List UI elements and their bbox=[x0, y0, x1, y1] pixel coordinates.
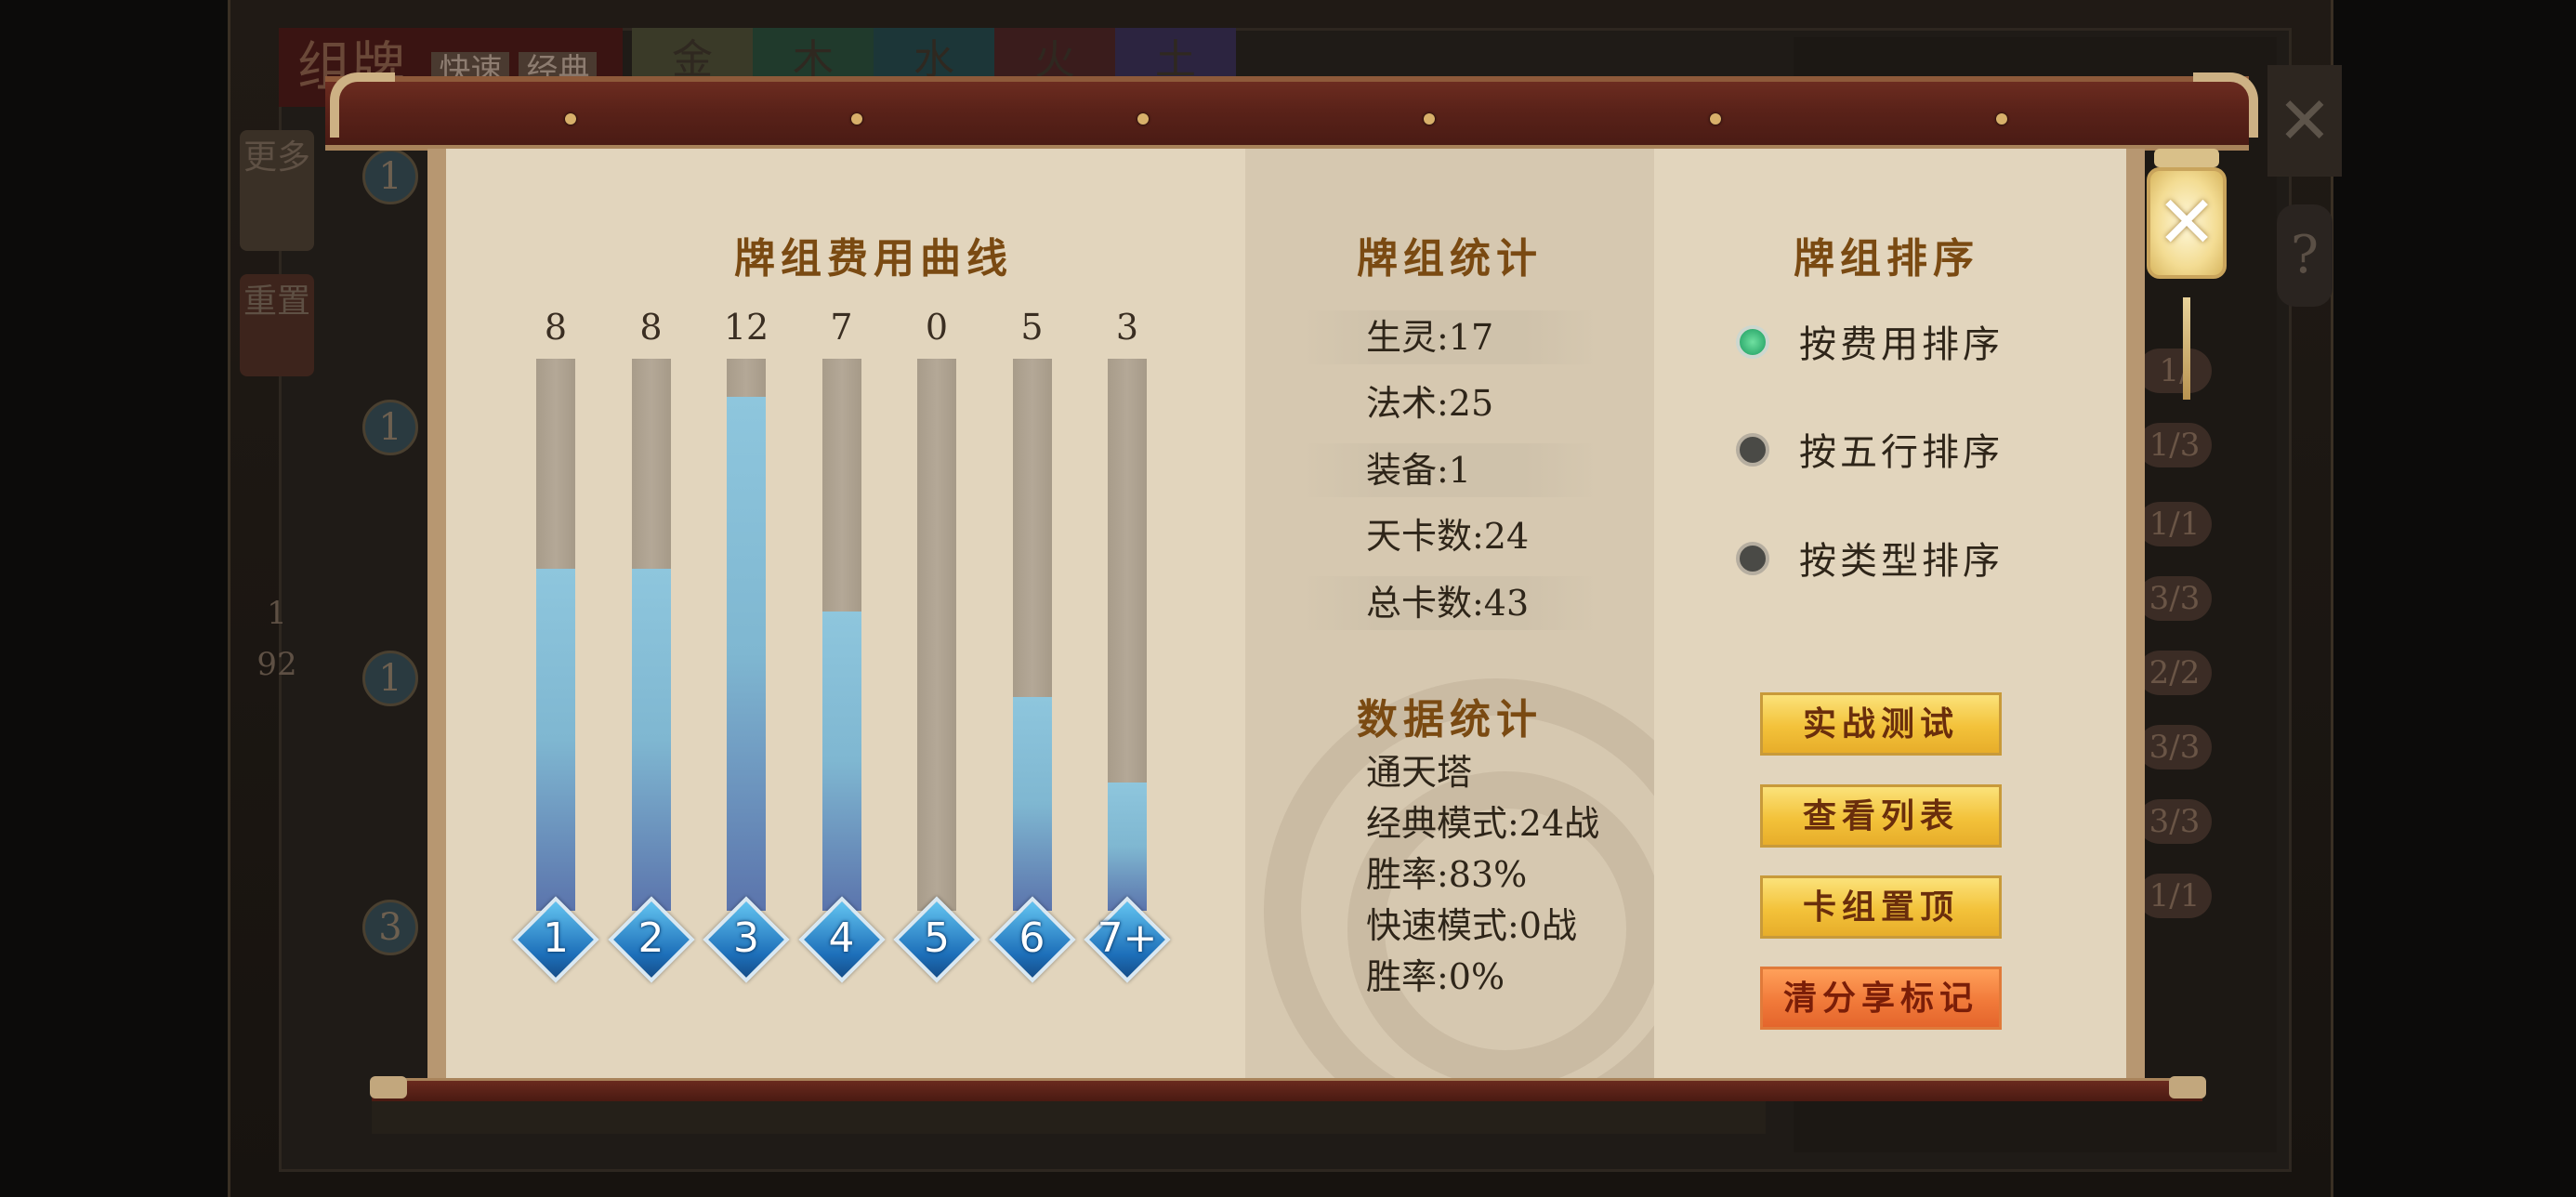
battle-test-button[interactable]: 实战测试 bbox=[1760, 692, 2002, 756]
data-classic-games: 经典模式:24战 bbox=[1366, 803, 1600, 844]
cost-curve-chart: 8 1 8 2 12 3 7 4 0 5 5 6 3 7+ bbox=[512, 307, 1189, 994]
bar bbox=[821, 611, 861, 911]
sort-by-cost-radio[interactable] bbox=[1736, 325, 1769, 359]
bar-value-label: 5 bbox=[1020, 307, 1044, 348]
bar-value-label: 7 bbox=[830, 307, 853, 348]
view-list-button[interactable]: 查看列表 bbox=[1760, 784, 2002, 848]
bg-more-button: 更多 bbox=[240, 130, 314, 251]
bg-help-icon: ? bbox=[2277, 204, 2333, 307]
data-fast-winrate: 胜率:0% bbox=[1366, 956, 1505, 997]
sort-by-type-label[interactable]: 按类型排序 bbox=[1799, 531, 2004, 585]
data-classic-winrate: 胜率:83% bbox=[1366, 854, 1528, 895]
stud-icon bbox=[565, 113, 576, 125]
bg-count-pill: 3/3 bbox=[2137, 799, 2212, 844]
bg-count-pill: 1/3 bbox=[2137, 423, 2212, 467]
bg-count-pill: 3/3 bbox=[2137, 725, 2212, 770]
pin-deck-button[interactable]: 卡组置顶 bbox=[1760, 875, 2002, 939]
data-stats-title: 数据统计 bbox=[1357, 696, 1543, 743]
bg-cost-coin: 1 bbox=[362, 149, 418, 204]
close-icon: ✕ bbox=[2156, 181, 2217, 265]
bg-page-top: 1 bbox=[267, 595, 287, 632]
scroll-top-roller bbox=[325, 76, 2249, 151]
bg-count-pill: 1/ bbox=[2137, 349, 2212, 393]
cost-tick-label: 5 bbox=[924, 914, 950, 962]
data-tower: 通天塔 bbox=[1366, 752, 1473, 793]
sort-by-element-label[interactable]: 按五行排序 bbox=[1799, 422, 2004, 476]
deck-sort-title: 牌组排序 bbox=[1794, 235, 1979, 283]
stud-icon bbox=[1710, 113, 1721, 125]
bg-cost-coin: 1 bbox=[362, 651, 418, 706]
bar-track bbox=[917, 359, 956, 911]
bar-value-label: 8 bbox=[544, 307, 568, 348]
cost-tick-label: 2 bbox=[637, 914, 664, 962]
bg-count-pill: 1/1 bbox=[2137, 502, 2212, 546]
bar bbox=[1012, 696, 1052, 911]
cost-tick-label: 1 bbox=[543, 914, 569, 962]
scroll-bottom-roller bbox=[372, 1078, 2202, 1101]
stat-heaven-cards: 天卡数:24 bbox=[1366, 516, 1530, 557]
sort-by-type-radio[interactable] bbox=[1736, 542, 1769, 575]
stat-creatures: 生灵:17 bbox=[1301, 310, 1598, 364]
data-fast-games: 快速模式:0战 bbox=[1366, 905, 1577, 946]
bg-cost-coin: 3 bbox=[362, 900, 418, 955]
bar bbox=[727, 397, 766, 911]
clear-share-mark-button[interactable]: 清分享标记 bbox=[1760, 967, 2002, 1030]
bar-value-label: 0 bbox=[925, 307, 949, 348]
cost-tick-label: 4 bbox=[828, 914, 855, 962]
cost-tick-label: 6 bbox=[1019, 914, 1045, 962]
stat-spells: 法术:25 bbox=[1366, 383, 1494, 424]
stud-icon bbox=[851, 113, 862, 125]
scroll-corner-ornament bbox=[330, 72, 395, 138]
bg-page-bottom: 92 bbox=[256, 646, 297, 683]
deck-stats-title: 牌组统计 bbox=[1357, 235, 1543, 283]
cost-tick-label: 3 bbox=[733, 914, 759, 962]
bg-cost-coin: 1 bbox=[362, 400, 418, 455]
stat-total-cards: 总卡数:43 bbox=[1301, 576, 1598, 630]
bar-value-label: 3 bbox=[1115, 307, 1139, 348]
roller-end-ornament bbox=[2169, 1076, 2206, 1098]
stud-icon bbox=[1137, 113, 1149, 125]
bg-reset-button: 重置 bbox=[240, 274, 314, 376]
cost-curve-title: 牌组费用曲线 bbox=[734, 235, 1013, 283]
bar-value-label: 12 bbox=[723, 307, 769, 348]
roller-end-ornament bbox=[370, 1076, 407, 1098]
bar bbox=[536, 568, 575, 911]
lantern-cap bbox=[2154, 149, 2219, 167]
scroll-corner-ornament bbox=[2193, 72, 2258, 138]
lantern-tassel bbox=[2183, 297, 2190, 400]
stud-icon bbox=[1996, 113, 2007, 125]
bar bbox=[631, 568, 671, 911]
bg-close-icon: ✕ bbox=[2267, 65, 2342, 177]
cost-tick-label: 7+ bbox=[1097, 914, 1158, 962]
stat-equipment: 装备:1 bbox=[1301, 443, 1598, 497]
sort-by-cost-label[interactable]: 按费用排序 bbox=[1799, 314, 2004, 368]
close-button[interactable]: ✕ bbox=[2141, 149, 2232, 297]
bg-count-pill: 3/3 bbox=[2137, 576, 2212, 621]
sort-by-element-radio[interactable] bbox=[1736, 433, 1769, 467]
bar-value-label: 8 bbox=[639, 307, 663, 348]
stud-icon bbox=[1424, 113, 1435, 125]
bg-count-pill: 1/1 bbox=[2137, 874, 2212, 918]
bar bbox=[1108, 782, 1147, 911]
bg-count-pill: 2/2 bbox=[2137, 651, 2212, 695]
